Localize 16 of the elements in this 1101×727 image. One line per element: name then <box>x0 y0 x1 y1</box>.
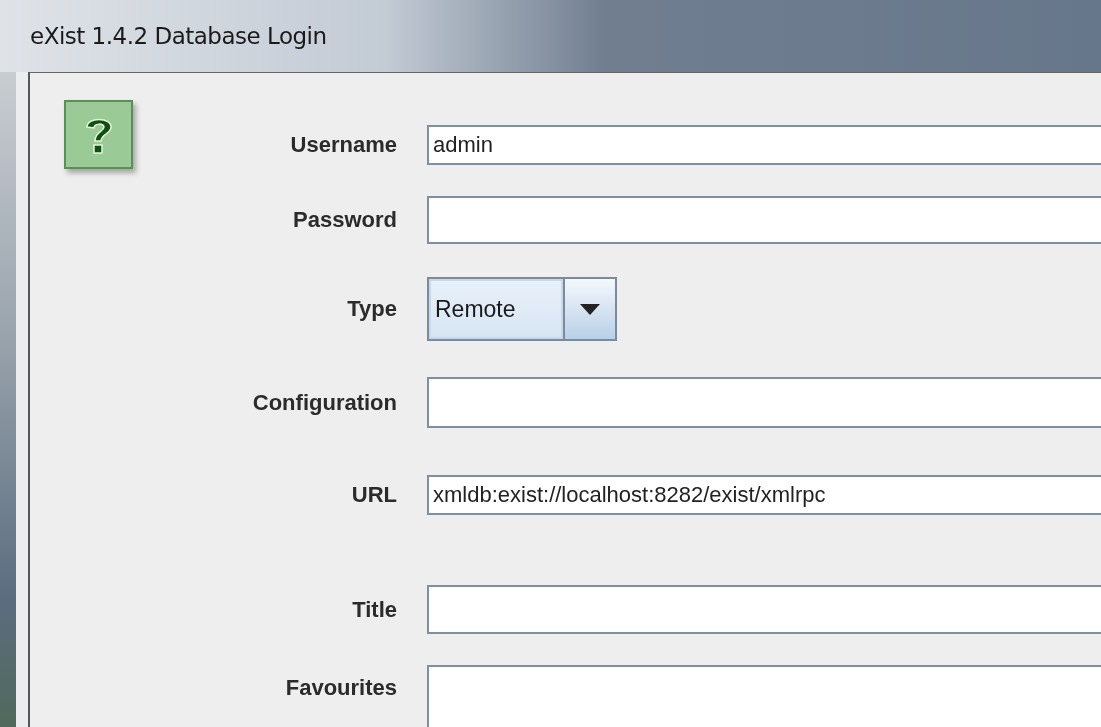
window-title: eXist 1.4.2 Database Login <box>30 23 327 49</box>
field-label: Favourites <box>285 674 397 701</box>
type-dropdown[interactable]: Remote <box>427 277 617 341</box>
field-label: Username <box>290 132 397 158</box>
input-field[interactable] <box>427 196 1101 244</box>
input-field[interactable] <box>427 377 1101 428</box>
field-label: Password <box>293 207 397 233</box>
field-label: Title <box>352 596 397 623</box>
field-label: Configuration <box>252 389 397 416</box>
input-field[interactable]: admin <box>427 125 1101 165</box>
input-field[interactable]: xmldb:exist://localhost:8282/exist/xmlrpc <box>427 475 1101 515</box>
help-icon[interactable] <box>64 100 133 169</box>
input-field[interactable] <box>427 585 1101 634</box>
field-label: Type <box>347 296 397 322</box>
caret-icon <box>580 303 600 315</box>
field-label: URL <box>351 482 397 508</box>
